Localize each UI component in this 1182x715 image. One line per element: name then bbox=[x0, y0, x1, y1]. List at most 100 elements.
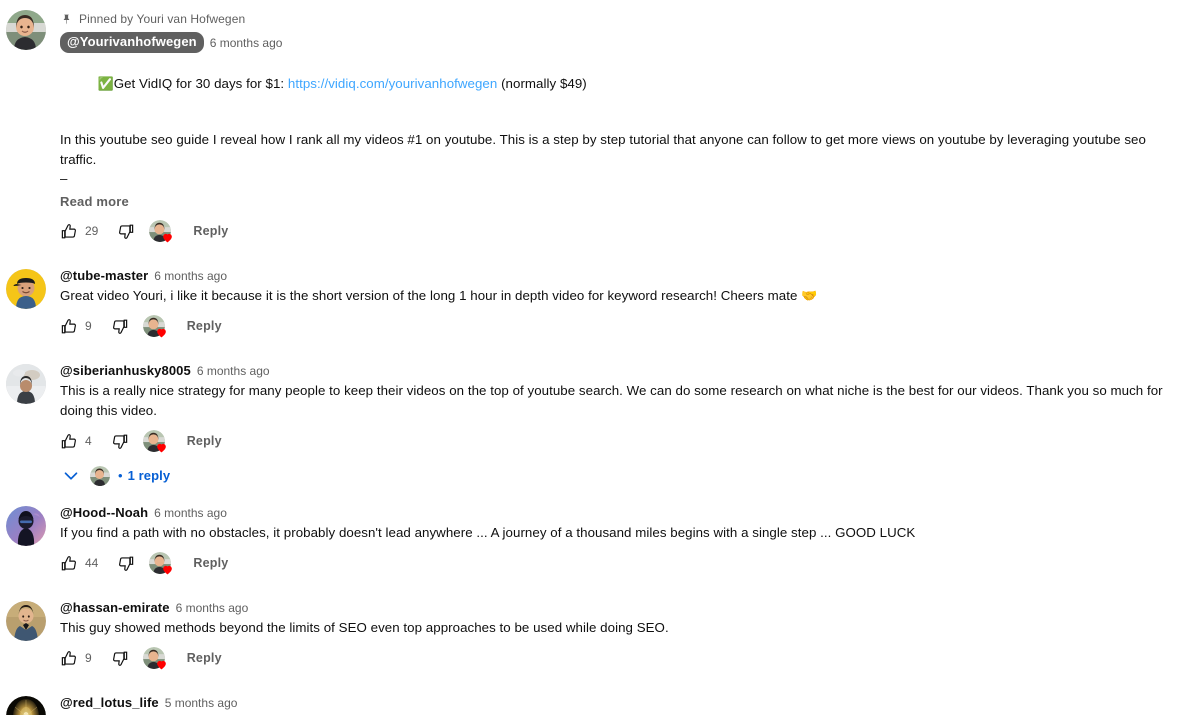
avatar[interactable] bbox=[6, 601, 46, 641]
heart-icon bbox=[161, 563, 174, 576]
promo-text-suffix: (normally $49) bbox=[497, 76, 587, 91]
reply-author-avatar bbox=[90, 466, 110, 486]
thumbs-down-icon bbox=[110, 432, 129, 451]
like-button[interactable]: 44 bbox=[60, 554, 98, 573]
dislike-button[interactable] bbox=[116, 222, 135, 241]
creator-heart-badge[interactable] bbox=[142, 315, 166, 338]
like-count: 44 bbox=[85, 555, 99, 570]
avatar[interactable] bbox=[6, 364, 46, 404]
comment-thread: @tube-master 6 months ago Great video Yo… bbox=[0, 267, 1182, 362]
dislike-button[interactable] bbox=[110, 432, 129, 451]
replies-dot-separator: • bbox=[118, 468, 123, 483]
comment-tube-master: @tube-master 6 months ago Great video Yo… bbox=[0, 267, 1182, 338]
heart-icon bbox=[155, 658, 168, 671]
comment-pinned: Pinned by Youri van Hofwegen @Yourivanho… bbox=[0, 8, 1182, 243]
pinned-label: Pinned by Youri van Hofwegen bbox=[79, 12, 246, 26]
comment-header: @red_lotus_life 5 months ago bbox=[60, 694, 1172, 712]
comment-author[interactable]: @tube-master bbox=[60, 267, 148, 285]
comment-text-separator: – bbox=[60, 171, 68, 186]
dislike-button[interactable] bbox=[110, 317, 129, 336]
comment-text: ✅Get VidIQ for 30 days for $1: https://v… bbox=[60, 54, 1172, 114]
reply-button[interactable]: Reply bbox=[187, 649, 222, 668]
creator-heart-badge[interactable] bbox=[142, 430, 166, 453]
comment-author[interactable]: @hassan-emirate bbox=[60, 599, 170, 617]
comment-author[interactable]: @Yourivanhofwegen bbox=[60, 32, 204, 53]
like-button[interactable]: 4 bbox=[60, 432, 92, 451]
comment-timestamp[interactable]: 5 months ago bbox=[165, 694, 238, 712]
thumbs-up-icon bbox=[60, 554, 79, 573]
avatar[interactable] bbox=[6, 269, 46, 309]
comment-thread: @red_lotus_life 5 months ago Wow I didn'… bbox=[0, 694, 1182, 715]
like-count: 9 bbox=[85, 318, 92, 333]
like-button[interactable]: 29 bbox=[60, 222, 98, 241]
avatar[interactable] bbox=[6, 506, 46, 546]
reply-button[interactable]: Reply bbox=[193, 554, 228, 573]
comment-timestamp[interactable]: 6 months ago bbox=[197, 362, 270, 380]
dislike-button[interactable] bbox=[110, 649, 129, 668]
comment-thread: @Hood--Noah 6 months ago If you find a p… bbox=[0, 504, 1182, 599]
comment-header: @tube-master 6 months ago bbox=[60, 267, 1172, 285]
comment-text: If you find a path with no obstacles, it… bbox=[60, 525, 916, 540]
comment-body: @siberianhusky8005 6 months ago This is … bbox=[46, 362, 1172, 488]
thumbs-down-icon bbox=[116, 554, 135, 573]
comment-red-lotus-life: @red_lotus_life 5 months ago Wow I didn'… bbox=[0, 694, 1182, 715]
show-replies-button[interactable]: • 1 reply bbox=[60, 464, 1172, 488]
comment-header: @hassan-emirate 6 months ago bbox=[60, 599, 1172, 617]
comment-timestamp[interactable]: 6 months ago bbox=[176, 599, 249, 617]
comment-text-content: Great video Youri, i like it because it … bbox=[60, 288, 802, 303]
avatar-column bbox=[6, 267, 46, 309]
comment-author[interactable]: @siberianhusky8005 bbox=[60, 362, 191, 380]
comment-text: This is a really nice strategy for many … bbox=[60, 383, 1167, 418]
comment-body: @Hood--Noah 6 months ago If you find a p… bbox=[46, 504, 1172, 575]
creator-heart-badge[interactable] bbox=[149, 552, 174, 576]
check-mark-emoji: ✅ bbox=[97, 76, 114, 91]
comment-actions: 44 Reply bbox=[60, 551, 1172, 575]
comment-timestamp[interactable]: 6 months ago bbox=[154, 267, 227, 285]
creator-heart-badge[interactable] bbox=[149, 220, 174, 244]
comment-actions: 9 Reply bbox=[60, 314, 1172, 338]
comment-thread: @siberianhusky8005 6 months ago This is … bbox=[0, 362, 1182, 504]
reply-button[interactable]: Reply bbox=[187, 317, 222, 336]
thumbs-down-icon bbox=[110, 317, 129, 336]
avatar[interactable] bbox=[6, 696, 46, 715]
comment-text: This guy showed methods beyond the limit… bbox=[60, 620, 669, 635]
comment-author[interactable]: @Hood--Noah bbox=[60, 504, 148, 522]
comment-timestamp[interactable]: 6 months ago bbox=[154, 504, 227, 522]
vidiq-link[interactable]: https://vidiq.com/yourivanhofwegen bbox=[288, 76, 497, 91]
pinned-banner: Pinned by Youri van Hofwegen bbox=[60, 10, 1172, 28]
like-button[interactable]: 9 bbox=[60, 649, 92, 668]
comment-header: @Yourivanhofwegen 6 months ago bbox=[60, 32, 1172, 53]
handshake-emoji: 🤝 bbox=[801, 288, 818, 303]
reply-button[interactable]: Reply bbox=[193, 222, 228, 241]
comment-header: @siberianhusky8005 6 months ago bbox=[60, 362, 1172, 380]
pin-icon bbox=[60, 13, 73, 26]
creator-heart-badge[interactable] bbox=[142, 647, 168, 671]
replies-count-label[interactable]: 1 reply bbox=[128, 466, 171, 486]
avatar-column bbox=[6, 504, 46, 546]
comment-timestamp[interactable]: 6 months ago bbox=[210, 34, 283, 52]
thumbs-up-icon bbox=[60, 649, 79, 668]
comments-section: Pinned by Youri van Hofwegen @Yourivanho… bbox=[0, 0, 1182, 715]
comment-text-paragraph2: In this youtube seo guide I reveal how I… bbox=[60, 132, 1150, 167]
comment-body: @hassan-emirate 6 months ago This guy sh… bbox=[46, 599, 1172, 670]
comment-actions: 9 Reply bbox=[60, 646, 1172, 670]
heart-icon bbox=[161, 231, 174, 244]
comment-thread: Pinned by Youri van Hofwegen @Yourivanho… bbox=[0, 8, 1182, 267]
read-more-button[interactable]: Read more bbox=[60, 193, 129, 211]
comment-actions: 4 Reply bbox=[60, 429, 1172, 453]
thumbs-up-icon bbox=[60, 432, 79, 451]
avatar[interactable] bbox=[6, 10, 46, 50]
dislike-button[interactable] bbox=[116, 554, 135, 573]
avatar-column bbox=[6, 8, 46, 50]
avatar-column bbox=[6, 599, 46, 641]
comment-body: Pinned by Youri van Hofwegen @Yourivanho… bbox=[46, 8, 1172, 243]
like-count: 29 bbox=[85, 223, 99, 238]
like-button[interactable]: 9 bbox=[60, 317, 92, 336]
comment-body: @red_lotus_life 5 months ago Wow I didn'… bbox=[46, 694, 1172, 715]
comment-thread: @hassan-emirate 6 months ago This guy sh… bbox=[0, 599, 1182, 694]
reply-button[interactable]: Reply bbox=[187, 432, 222, 451]
comment-hassan-emirate: @hassan-emirate 6 months ago This guy sh… bbox=[0, 599, 1182, 670]
comment-author[interactable]: @red_lotus_life bbox=[60, 694, 159, 712]
thumbs-up-icon bbox=[60, 222, 79, 241]
promo-text-prefix: Get VidIQ for 30 days for $1: bbox=[113, 76, 288, 91]
